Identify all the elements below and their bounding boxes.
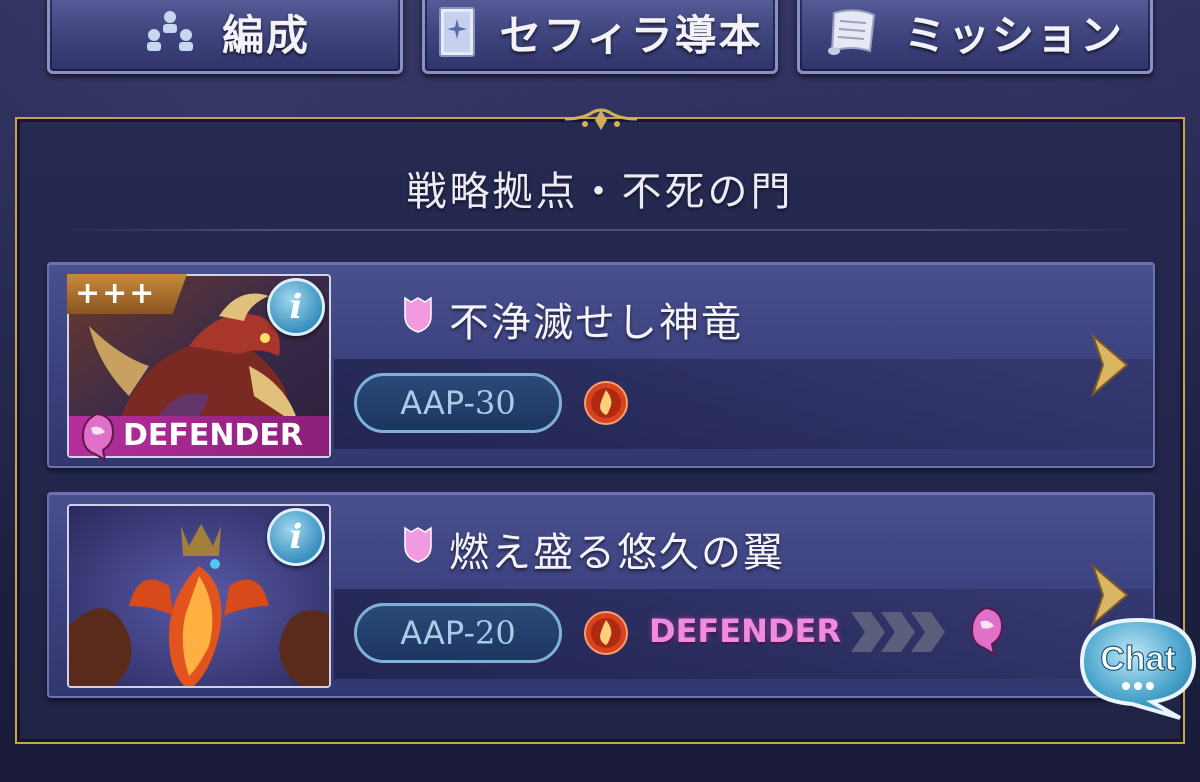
quest-title: 燃え盛る悠久の翼: [401, 520, 785, 578]
defender-dragon-icon: [964, 604, 1008, 660]
aap-value: 30: [475, 384, 516, 422]
book-icon: [437, 5, 477, 59]
chat-button[interactable]: Chat: [1076, 616, 1200, 726]
fire-element-icon: [583, 610, 629, 660]
info-button[interactable]: i: [267, 278, 325, 336]
sephira-guide-label: セフィラ導本: [499, 10, 763, 60]
quest-title-text: 燃え盛る悠久の翼: [449, 530, 785, 576]
scroll-icon: [826, 5, 882, 59]
sephira-guide-button[interactable]: セフィラ導本: [422, 0, 778, 74]
formation-button[interactable]: 編成: [47, 0, 403, 74]
defender-class-icon: [401, 524, 435, 574]
aap-badge: AAP-20: [354, 603, 562, 663]
aap-prefix: AAP-: [400, 384, 476, 422]
aap-prefix: AAP-: [400, 614, 476, 652]
quest-row[interactable]: +++ i DEFENDER 不浄滅せし神竜 AAP-30: [47, 262, 1155, 468]
quest-row[interactable]: i 燃え盛る悠久の翼 AAP-20 DEFENDER: [47, 492, 1155, 698]
quest-title: 不浄滅せし神竜: [401, 290, 743, 348]
gold-ornament-icon: [564, 108, 638, 138]
quest-panel: 戦略拠点・不死の門 +++ i DEFENDER 不浄滅せし神竜 AAP-30 …: [15, 108, 1185, 744]
aap-badge: AAP-30: [354, 373, 562, 433]
defender-dragon-icon: [81, 412, 115, 462]
defender-label: DEFENDER: [123, 418, 303, 453]
chevron-right-icon[interactable]: [1089, 332, 1131, 402]
plus-badge: +++: [67, 274, 187, 314]
title-divider: [57, 229, 1143, 231]
aap-value: 20: [475, 614, 516, 652]
screen: 編成 セフィラ導本 ミッション 戦略拠点・不死の門 +++ i DEFENDER…: [0, 0, 1200, 782]
mission-label: ミッション: [903, 10, 1124, 60]
chat-label: Chat: [1100, 640, 1176, 678]
formation-label: 編成: [221, 10, 310, 60]
info-button[interactable]: i: [267, 508, 325, 566]
defender-class-icon: [401, 294, 435, 344]
quest-title-text: 不浄滅せし神竜: [449, 300, 743, 346]
triple-chevron-icon: [849, 608, 949, 660]
party-icon: [140, 7, 200, 57]
panel-title: 戦略拠点・不死の門: [406, 169, 794, 215]
defender-bar: DEFENDER: [69, 412, 329, 462]
mission-button[interactable]: ミッション: [797, 0, 1153, 74]
defender-label: DEFENDER: [649, 612, 841, 650]
fire-element-icon: [583, 380, 629, 430]
